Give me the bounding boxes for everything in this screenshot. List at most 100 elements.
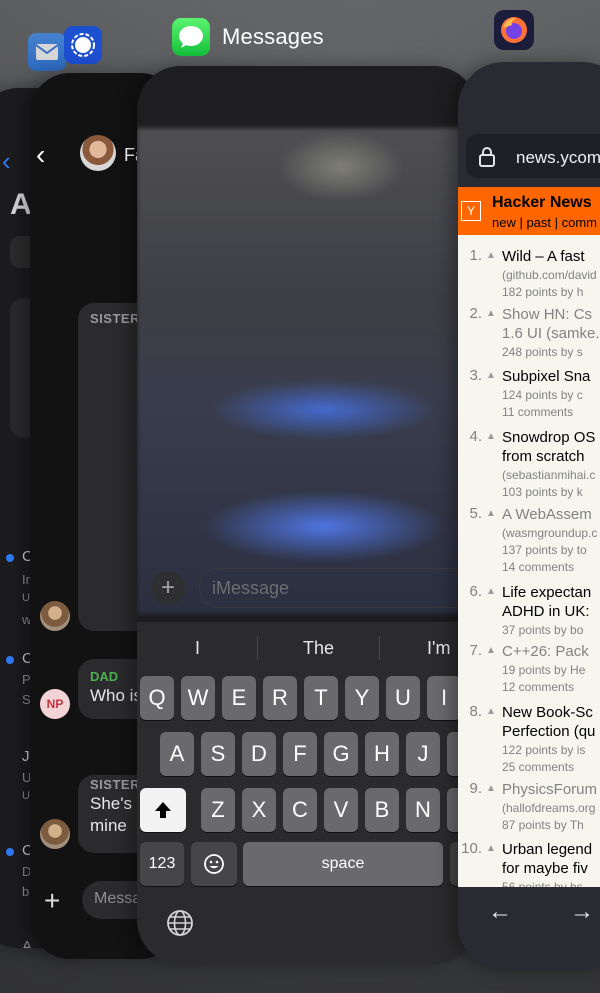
hn-story-title[interactable]: A WebAssem — [502, 505, 592, 524]
hn-story-title[interactable]: Wild – A fast — [502, 247, 585, 266]
sender-label: DAD — [90, 669, 119, 684]
hn-story-title[interactable]: for maybe fiv — [502, 859, 588, 878]
plus-icon[interactable]: + — [151, 571, 185, 605]
upvote-arrow-icon[interactable]: ▲ — [486, 706, 496, 717]
hn-story-title[interactable]: C++26: Pack — [502, 642, 589, 661]
upvote-arrow-icon[interactable]: ▲ — [486, 508, 496, 519]
forward-arrow-icon[interactable]: → — [570, 898, 594, 926]
shift-key[interactable] — [140, 788, 186, 832]
hn-nav-links[interactable]: new | past | comm — [492, 215, 597, 230]
key[interactable]: H — [365, 732, 399, 776]
key[interactable]: N — [406, 788, 440, 832]
upvote-arrow-icon[interactable]: ▲ — [486, 250, 496, 261]
mail-app-icon[interactable] — [28, 33, 66, 71]
prediction-suggestion[interactable]: The — [303, 638, 334, 659]
hn-story-meta[interactable]: 11 comments — [502, 405, 573, 419]
hn-rank: 1. — [469, 247, 482, 264]
upvote-arrow-icon[interactable]: ▲ — [486, 431, 496, 442]
key[interactable]: S — [201, 732, 235, 776]
upvote-arrow-icon[interactable]: ▲ — [486, 843, 496, 854]
key[interactable]: D — [242, 732, 276, 776]
hn-story-meta[interactable]: 103 points by k — [502, 485, 583, 499]
key[interactable]: Z — [201, 788, 235, 832]
hn-story-meta[interactable]: (wasmgroundup.c — [502, 526, 597, 540]
messages-app-icon[interactable] — [172, 18, 210, 56]
hn-story-meta[interactable]: 122 points by is — [502, 743, 585, 757]
key[interactable]: E — [222, 676, 256, 720]
hn-story-meta[interactable]: 137 points by to — [502, 543, 587, 557]
messages-app-card[interactable]: + iMessage I The I'm Q W E R T Y U I A S… — [137, 66, 477, 964]
hn-story-title[interactable]: 1.6 UI (samke. — [502, 324, 600, 343]
key[interactable]: T — [304, 676, 338, 720]
hn-story-meta[interactable]: 12 comments — [502, 680, 574, 694]
key[interactable]: G — [324, 732, 358, 776]
hn-story-meta[interactable]: 248 points by s — [502, 345, 583, 359]
hn-story-title[interactable]: ADHD in UK: — [502, 602, 590, 621]
hn-story-meta[interactable]: 87 points by Th — [502, 818, 584, 832]
hn-story-meta[interactable]: 19 points by He — [502, 663, 585, 677]
key[interactable]: F — [283, 732, 317, 776]
mail-row-preview: b — [22, 884, 30, 899]
add-attachment-icon[interactable]: + — [44, 885, 60, 917]
key[interactable]: V — [324, 788, 358, 832]
key[interactable]: X — [242, 788, 276, 832]
hn-story-title[interactable]: PhysicsForum — [502, 780, 597, 799]
upvote-arrow-icon[interactable]: ▲ — [486, 645, 496, 656]
back-arrow-icon[interactable]: ← — [488, 898, 512, 926]
prediction-suggestion[interactable]: I'm — [427, 638, 450, 659]
key[interactable]: R — [263, 676, 297, 720]
hn-story-meta[interactable]: 14 comments — [502, 560, 574, 574]
lock-icon — [478, 146, 496, 174]
hn-story-meta[interactable]: 25 comments — [502, 760, 574, 774]
key[interactable]: B — [365, 788, 399, 832]
key[interactable]: Y — [345, 676, 379, 720]
prediction-suggestion[interactable]: I — [195, 638, 200, 659]
imessage-input[interactable]: iMessage — [199, 568, 477, 608]
hn-story-title[interactable]: Snowdrop OS — [502, 428, 595, 447]
key[interactable]: I — [427, 676, 461, 720]
hn-story-title[interactable]: Urban legend — [502, 840, 592, 859]
key[interactable]: U — [386, 676, 420, 720]
hn-story-meta[interactable]: (hallofdreams.org — [502, 801, 595, 815]
back-chevron-icon[interactable]: ‹ — [2, 146, 11, 177]
key[interactable]: A — [160, 732, 194, 776]
unread-dot-icon — [6, 656, 14, 664]
signal-app-icon[interactable] — [64, 26, 102, 64]
hn-story-meta[interactable]: 37 points by bo — [502, 623, 583, 637]
keyboard: I The I'm Q W E R T Y U I A S D F G H J … — [137, 622, 477, 964]
hn-story-meta[interactable]: (github.com/david — [502, 268, 597, 282]
hn-story-title[interactable]: Subpixel Sna — [502, 367, 590, 386]
hn-story-title[interactable]: Perfection (qu — [502, 722, 595, 741]
key[interactable]: J — [406, 732, 440, 776]
hn-story-title[interactable]: from scratch — [502, 447, 585, 466]
hn-story-meta[interactable]: 124 points by c — [502, 388, 583, 402]
hn-rank: 10. — [461, 840, 482, 857]
mail-row-preview: U — [22, 592, 30, 604]
hn-story-title[interactable]: Life expectan — [502, 583, 591, 602]
key[interactable]: W — [181, 676, 215, 720]
upvote-arrow-icon[interactable]: ▲ — [486, 308, 496, 319]
contact-avatar[interactable] — [80, 135, 116, 171]
upvote-arrow-icon[interactable]: ▲ — [486, 370, 496, 381]
hn-rank: 2. — [469, 305, 482, 322]
unread-dot-icon — [6, 554, 14, 562]
hn-logo[interactable]: Y — [461, 201, 481, 221]
emoji-key[interactable] — [191, 842, 237, 886]
hn-story-title[interactable]: Show HN: Cs — [502, 305, 592, 324]
hn-story-title[interactable]: New Book-Sc — [502, 703, 593, 722]
hn-story-meta[interactable]: 182 points by h — [502, 285, 583, 299]
upvote-arrow-icon[interactable]: ▲ — [486, 783, 496, 794]
firefox-app-card[interactable]: news.ycom Y Hacker News new | past | com… — [458, 62, 600, 970]
shift-arrow-icon — [155, 802, 171, 818]
firefox-app-icon[interactable] — [494, 10, 534, 50]
space-key[interactable]: space — [243, 842, 443, 886]
back-chevron-icon[interactable]: ‹ — [36, 139, 45, 171]
key[interactable]: C — [283, 788, 317, 832]
globe-icon[interactable] — [165, 908, 195, 945]
url-text[interactable]: news.ycom — [516, 148, 600, 168]
upvote-arrow-icon[interactable]: ▲ — [486, 586, 496, 597]
hn-story-meta[interactable]: (sebastianmihai.c — [502, 468, 595, 482]
numbers-key[interactable]: 123 — [140, 842, 184, 886]
key[interactable]: Q — [140, 676, 174, 720]
hn-site-title[interactable]: Hacker News — [492, 194, 592, 212]
